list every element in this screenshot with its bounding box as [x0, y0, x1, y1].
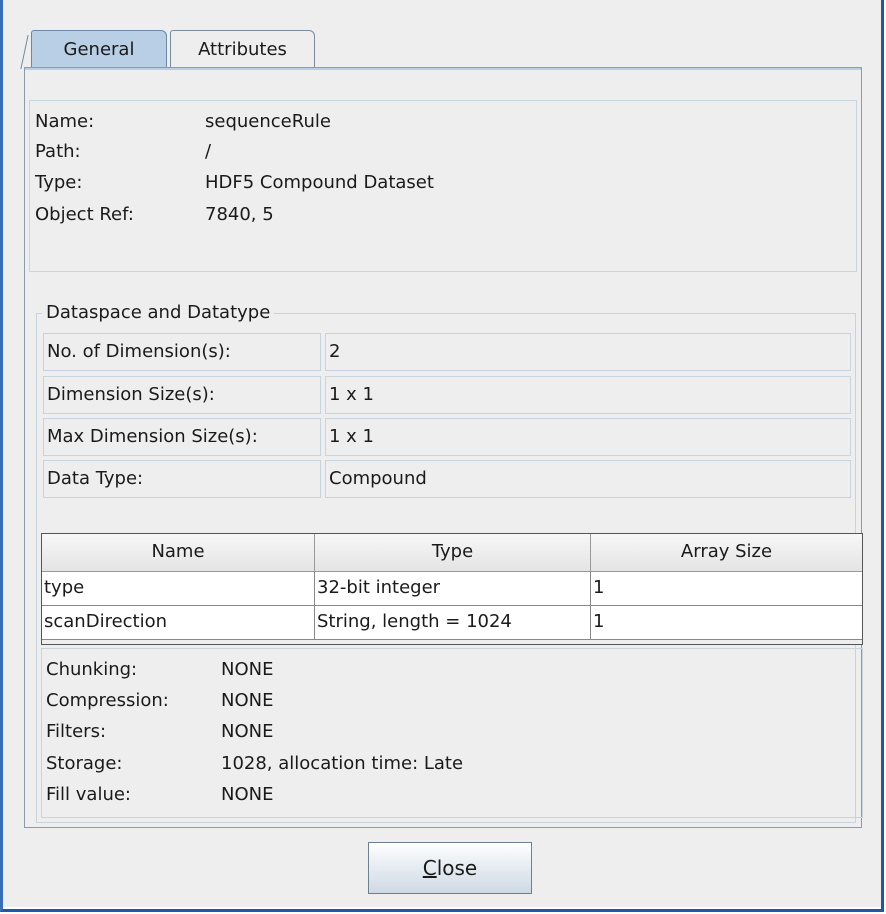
column-header-name[interactable]: Name — [42, 534, 315, 572]
dataset-properties-dialog: General Attributes Name: sequenceRule Pa… — [3, 0, 881, 907]
max-dimension-size-value: 1 x 1 — [325, 418, 851, 456]
tab-attributes[interactable]: Attributes — [170, 30, 315, 68]
table-cell-type[interactable]: String, length = 1024 — [315, 606, 591, 640]
compression-label: Compression: — [46, 690, 169, 711]
dimensions-label: No. of Dimension(s): — [43, 333, 321, 371]
table-cell-name[interactable]: type — [42, 572, 315, 606]
dimension-size-value: 1 x 1 — [325, 376, 851, 414]
table-cell-type[interactable]: 32-bit integer — [315, 572, 591, 606]
storage-info-panel: Chunking: NONE Compression: NONE Filters… — [41, 648, 863, 818]
data-type-label: Data Type: — [43, 460, 321, 498]
table-cell-array-size[interactable]: 1 — [591, 606, 862, 640]
path-value: / — [205, 141, 212, 162]
max-dimension-size-label: Max Dimension Size(s): — [43, 418, 321, 456]
data-type-value: Compound — [325, 460, 851, 498]
storage-value: 1028, allocation time: Late — [221, 753, 464, 774]
dimension-size-label: Dimension Size(s): — [43, 376, 321, 414]
table-cell-name[interactable]: scanDirection — [42, 606, 315, 640]
name-value: sequenceRule — [205, 111, 331, 132]
filters-value: NONE — [221, 721, 274, 742]
chunking-label: Chunking: — [46, 659, 138, 680]
object-ref-value: 7840, 5 — [205, 204, 274, 225]
close-button[interactable]: Close — [368, 842, 532, 894]
fill-value-label: Fill value: — [46, 784, 131, 805]
table-row[interactable]: scanDirection String, length = 1024 1 — [42, 606, 862, 640]
table-cell-array-size[interactable]: 1 — [591, 572, 862, 606]
object-info-panel: Name: sequenceRule Path: / Type: HDF5 Co… — [29, 100, 857, 272]
compression-value: NONE — [221, 690, 274, 711]
general-tab-panel: Name: sequenceRule Path: / Type: HDF5 Co… — [24, 67, 863, 828]
close-mnemonic: C — [422, 856, 437, 880]
type-value: HDF5 Compound Dataset — [205, 172, 434, 193]
filters-label: Filters: — [46, 721, 107, 742]
fill-value-value: NONE — [221, 784, 274, 805]
path-label: Path: — [35, 141, 81, 162]
dataspace-datatype-group: Dataspace and Datatype No. of Dimension(… — [36, 300, 863, 823]
tab-general[interactable]: General — [31, 30, 167, 68]
name-label: Name: — [35, 111, 95, 132]
column-header-type[interactable]: Type — [315, 534, 591, 572]
dataspace-group-title: Dataspace and Datatype — [42, 300, 275, 326]
close-label: lose — [436, 856, 478, 880]
type-label: Type: — [35, 172, 83, 193]
chunking-value: NONE — [221, 659, 274, 680]
storage-label: Storage: — [46, 753, 123, 774]
compound-members-table[interactable]: Name Type Array Size type 32-bit integer… — [41, 533, 863, 645]
dimensions-value: 2 — [325, 333, 851, 371]
object-ref-label: Object Ref: — [35, 204, 134, 225]
table-row[interactable]: type 32-bit integer 1 — [42, 572, 862, 606]
column-header-array-size[interactable]: Array Size — [591, 534, 862, 572]
